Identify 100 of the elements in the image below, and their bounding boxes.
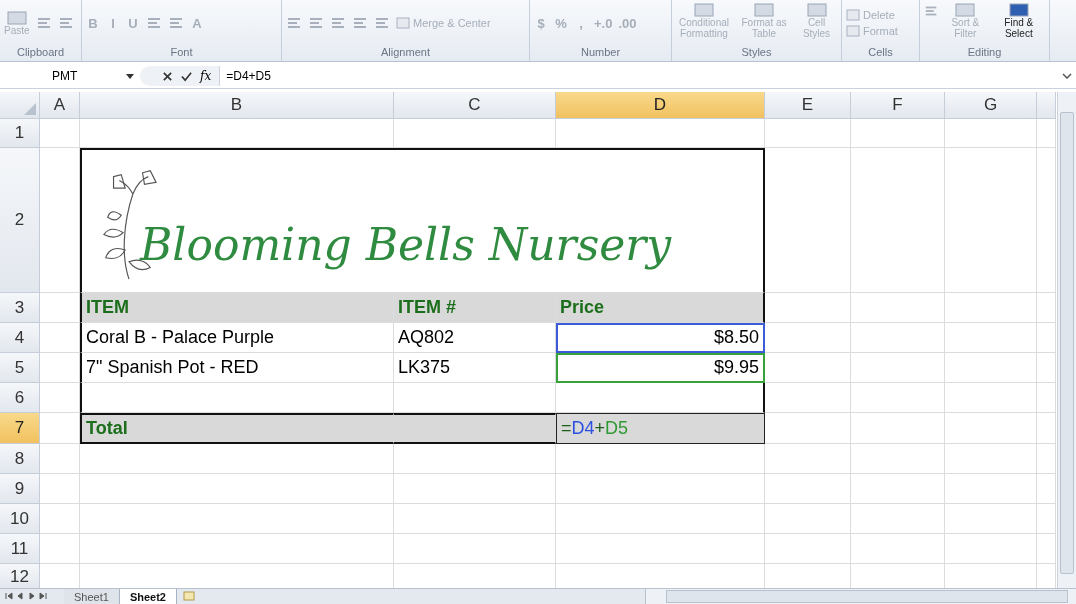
- row-header[interactable]: 1: [0, 119, 40, 148]
- table-cell[interactable]: [945, 444, 1037, 474]
- table-cell[interactable]: [945, 119, 1037, 148]
- table-cell[interactable]: [394, 504, 556, 534]
- table-cell[interactable]: [765, 148, 851, 293]
- table-cell[interactable]: [765, 383, 851, 413]
- table-cell[interactable]: [80, 119, 394, 148]
- table-cell[interactable]: [80, 534, 394, 564]
- column-header[interactable]: E: [765, 92, 851, 119]
- expand-icon[interactable]: [1062, 73, 1072, 79]
- row-header[interactable]: 10: [0, 504, 40, 534]
- table-cell[interactable]: [1037, 444, 1056, 474]
- table-cell[interactable]: [80, 444, 394, 474]
- table-cell[interactable]: [40, 534, 80, 564]
- table-cell[interactable]: [40, 474, 80, 504]
- select-all-corner[interactable]: [0, 92, 40, 119]
- sheet-tab[interactable]: Sheet1: [64, 589, 120, 604]
- table-cell[interactable]: [945, 148, 1037, 293]
- table-cell[interactable]: [851, 383, 945, 413]
- table-cell[interactable]: [851, 353, 945, 383]
- table-cell[interactable]: [765, 444, 851, 474]
- table-cell[interactable]: [394, 474, 556, 504]
- column-header[interactable]: B: [80, 92, 394, 119]
- table-cell[interactable]: [80, 474, 394, 504]
- table-cell[interactable]: [945, 504, 1037, 534]
- formula-cell[interactable]: =D4+D5: [556, 413, 765, 444]
- table-cell[interactable]: [851, 119, 945, 148]
- row-header[interactable]: 8: [0, 444, 40, 474]
- table-cell[interactable]: [945, 353, 1037, 383]
- sheet-tab[interactable]: Sheet2: [119, 589, 177, 604]
- table-cell[interactable]: [40, 444, 80, 474]
- table-cell[interactable]: [1037, 474, 1056, 504]
- row-header[interactable]: 12: [0, 564, 40, 588]
- formula-field[interactable]: =D4+D5: [220, 69, 1062, 83]
- table-cell[interactable]: [851, 323, 945, 353]
- table-cell[interactable]: [851, 148, 945, 293]
- table-cell[interactable]: [851, 534, 945, 564]
- row-header[interactable]: 7: [0, 413, 40, 444]
- row-header[interactable]: 11: [0, 534, 40, 564]
- insert-sheet-icon[interactable]: [180, 591, 197, 601]
- table-cell[interactable]: [851, 474, 945, 504]
- table-cell[interactable]: [1037, 353, 1056, 383]
- column-header[interactable]: F: [851, 92, 945, 119]
- table-cell[interactable]: [945, 323, 1037, 353]
- table-cell[interactable]: [765, 504, 851, 534]
- row-header[interactable]: 9: [0, 474, 40, 504]
- column-header[interactable]: A: [40, 92, 80, 119]
- table-cell[interactable]: [394, 534, 556, 564]
- column-header[interactable]: C: [394, 92, 556, 119]
- table-cell[interactable]: [765, 474, 851, 504]
- table-cell[interactable]: [945, 413, 1037, 444]
- table-cell[interactable]: [851, 444, 945, 474]
- table-cell[interactable]: [945, 474, 1037, 504]
- vertical-scrollbar[interactable]: [1057, 92, 1076, 588]
- table-cell[interactable]: [765, 353, 851, 383]
- table-cell[interactable]: [945, 534, 1037, 564]
- table-cell[interactable]: [556, 474, 765, 504]
- table-cell[interactable]: [394, 119, 556, 148]
- table-cell[interactable]: [556, 504, 765, 534]
- cancel-icon[interactable]: [162, 70, 173, 82]
- table-cell[interactable]: [40, 353, 80, 383]
- table-cell[interactable]: [394, 444, 556, 474]
- table-cell[interactable]: [1037, 534, 1056, 564]
- insert-function-button[interactable]: fx: [200, 69, 212, 83]
- table-cell[interactable]: [40, 383, 80, 413]
- column-header[interactable]: D: [556, 92, 765, 119]
- row-header[interactable]: 5: [0, 353, 40, 383]
- table-cell[interactable]: [1037, 323, 1056, 353]
- table-cell[interactable]: [1037, 119, 1056, 148]
- table-cell[interactable]: [765, 323, 851, 353]
- column-header[interactable]: [1037, 92, 1056, 119]
- name-box[interactable]: PMT: [0, 69, 140, 83]
- table-cell[interactable]: [765, 119, 851, 148]
- table-cell[interactable]: [851, 413, 945, 444]
- table-cell[interactable]: [40, 323, 80, 353]
- table-cell[interactable]: [556, 119, 765, 148]
- row-header[interactable]: 4: [0, 323, 40, 353]
- table-cell[interactable]: [765, 293, 851, 323]
- horizontal-scrollbar[interactable]: [645, 589, 1076, 604]
- table-cell[interactable]: [40, 504, 80, 534]
- table-cell[interactable]: [945, 383, 1037, 413]
- table-cell[interactable]: [765, 534, 851, 564]
- table-cell[interactable]: [1037, 383, 1056, 413]
- table-cell[interactable]: [556, 444, 765, 474]
- table-cell[interactable]: [1037, 413, 1056, 444]
- row-header[interactable]: 3: [0, 293, 40, 323]
- table-cell[interactable]: [1037, 504, 1056, 534]
- column-header[interactable]: G: [945, 92, 1037, 119]
- table-cell[interactable]: [1037, 148, 1056, 293]
- table-cell[interactable]: [945, 293, 1037, 323]
- table-cell[interactable]: [40, 119, 80, 148]
- row-header[interactable]: 6: [0, 383, 40, 413]
- ribbon-button[interactable]: Find & Select: [992, 3, 1045, 39]
- table-cell[interactable]: [765, 413, 851, 444]
- row-header[interactable]: 2: [0, 148, 40, 293]
- table-cell[interactable]: [851, 293, 945, 323]
- check-icon[interactable]: [181, 70, 192, 82]
- table-cell[interactable]: [80, 504, 394, 534]
- table-cell[interactable]: [40, 148, 80, 293]
- table-cell[interactable]: [1037, 293, 1056, 323]
